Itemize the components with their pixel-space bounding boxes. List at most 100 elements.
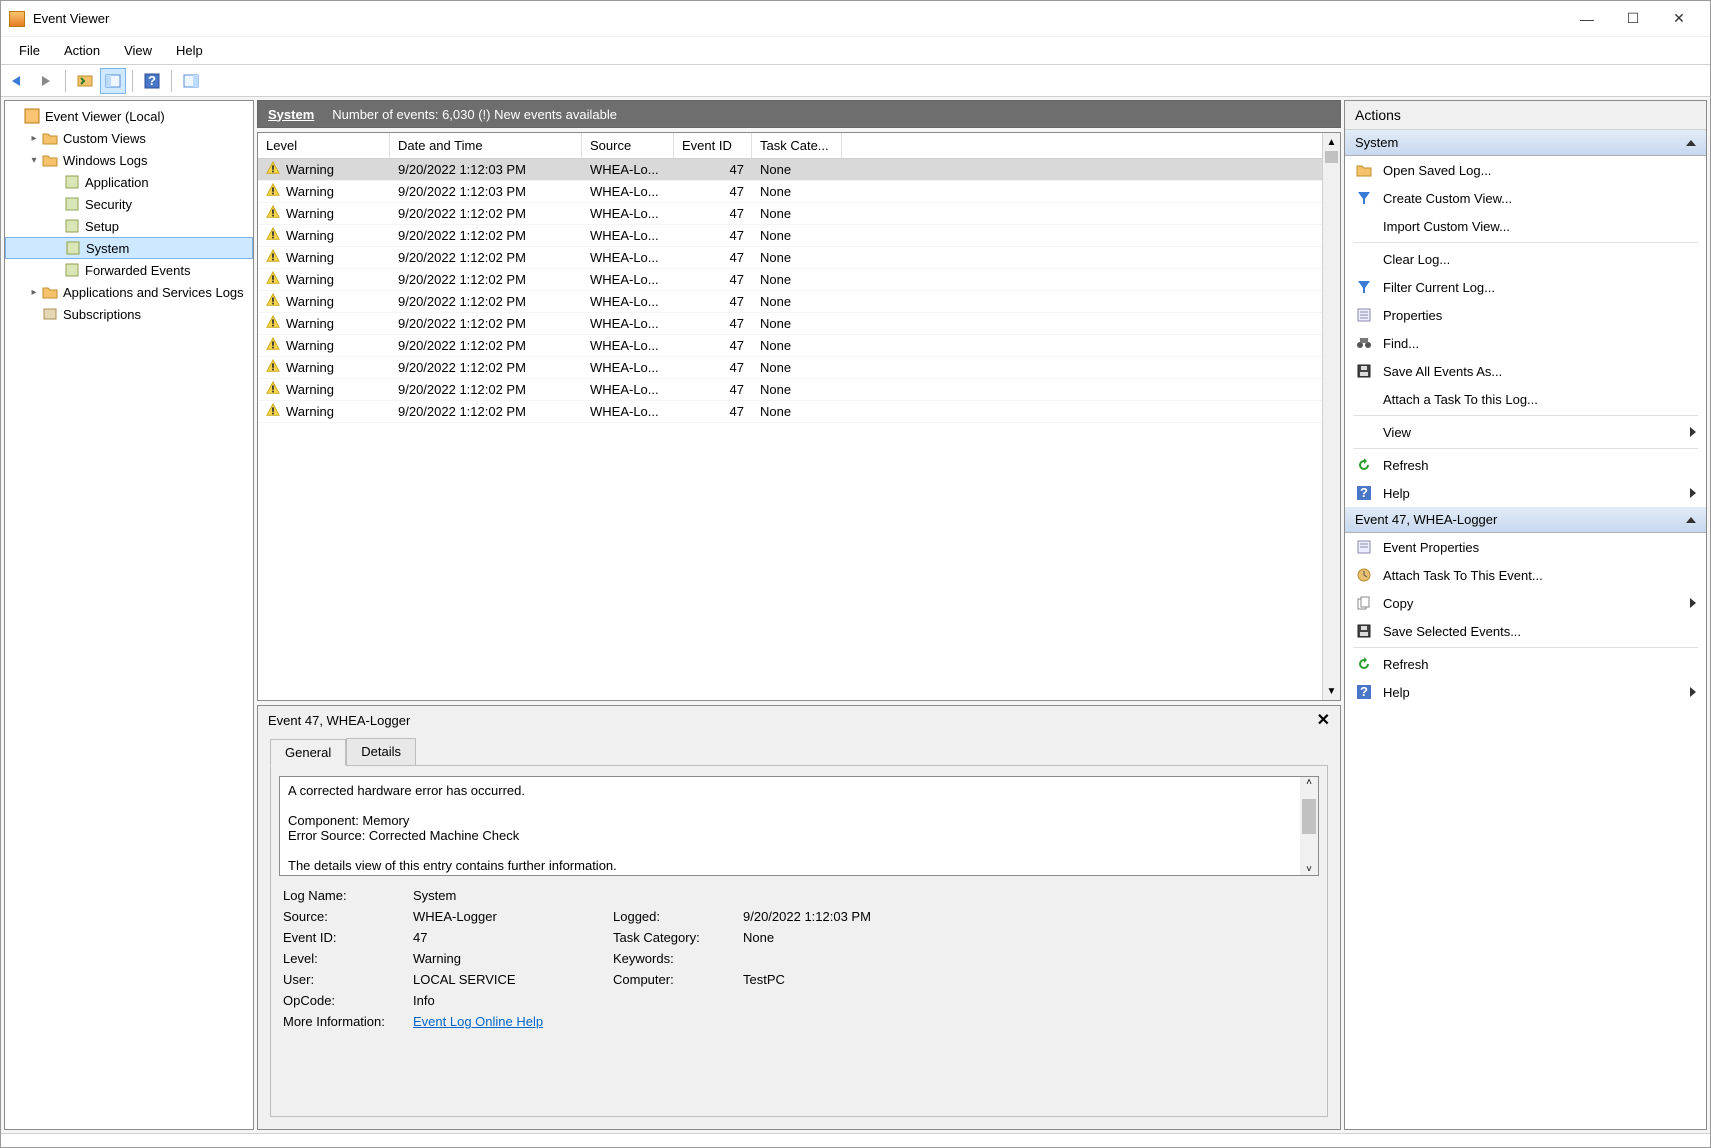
column-level[interactable]: Level — [258, 133, 390, 158]
cell-eventid: 47 — [674, 250, 752, 265]
event-grid[interactable]: Level Date and Time Source Event ID Task… — [257, 132, 1341, 701]
minimize-button[interactable]: — — [1564, 3, 1610, 35]
menu-help[interactable]: Help — [164, 39, 215, 62]
event-row[interactable]: Warning9/20/2022 1:12:02 PMWHEA-Lo...47N… — [258, 357, 1322, 379]
warning-icon — [266, 359, 280, 376]
action-open-saved-log[interactable]: Open Saved Log... — [1345, 156, 1706, 184]
refresh-icon — [1355, 456, 1373, 474]
label-eventid: Event ID: — [283, 930, 413, 945]
cell-source: WHEA-Lo... — [582, 162, 674, 177]
action-event-properties[interactable]: Event Properties — [1345, 533, 1706, 561]
event-row[interactable]: Warning9/20/2022 1:12:02 PMWHEA-Lo...47N… — [258, 401, 1322, 423]
back-button[interactable] — [5, 68, 31, 94]
log-icon — [63, 218, 81, 234]
action-refresh-event[interactable]: Refresh — [1345, 650, 1706, 678]
cell-task: None — [752, 360, 842, 375]
show-hide-tree-button[interactable] — [72, 68, 98, 94]
action-create-custom-view[interactable]: Create Custom View... — [1345, 184, 1706, 212]
cell-date: 9/20/2022 1:12:02 PM — [390, 228, 582, 243]
menu-file[interactable]: File — [7, 39, 52, 62]
cell-date: 9/20/2022 1:12:02 PM — [390, 382, 582, 397]
maximize-button[interactable]: ☐ — [1610, 3, 1656, 35]
action-save-selected[interactable]: Save Selected Events... — [1345, 617, 1706, 645]
action-attach-task-event[interactable]: Attach Task To This Event... — [1345, 561, 1706, 589]
event-description[interactable]: A corrected hardware error has occurred.… — [279, 776, 1319, 876]
svg-text:?: ? — [1360, 486, 1368, 500]
scroll-up-icon[interactable]: ˄ — [1306, 777, 1312, 788]
scroll-down-icon[interactable]: ˅ — [1306, 864, 1312, 875]
tree-windows-logs[interactable]: ▾ Windows Logs — [5, 149, 253, 171]
action-section-event[interactable]: Event 47, WHEA-Logger — [1345, 507, 1706, 533]
column-date[interactable]: Date and Time — [390, 133, 582, 158]
expand-icon[interactable]: ▸ — [27, 287, 41, 298]
column-task[interactable]: Task Cate... — [752, 133, 842, 158]
event-row[interactable]: Warning9/20/2022 1:12:02 PMWHEA-Lo...47N… — [258, 203, 1322, 225]
event-row[interactable]: Warning9/20/2022 1:12:02 PMWHEA-Lo...47N… — [258, 269, 1322, 291]
tree-apps-services[interactable]: ▸ Applications and Services Logs — [5, 281, 253, 303]
action-help[interactable]: ?Help — [1345, 479, 1706, 507]
collapse-icon[interactable]: ▾ — [27, 155, 41, 166]
value-source: WHEA-Logger — [413, 909, 613, 924]
toolbar: ? — [1, 65, 1710, 97]
action-import-custom-view[interactable]: Import Custom View... — [1345, 212, 1706, 240]
tree-application[interactable]: Application — [5, 171, 253, 193]
scroll-thumb[interactable] — [1302, 799, 1316, 834]
event-row[interactable]: Warning9/20/2022 1:12:03 PMWHEA-Lo...47N… — [258, 159, 1322, 181]
expand-icon[interactable]: ▸ — [27, 133, 41, 144]
tree-label: Custom Views — [63, 131, 146, 146]
collapse-icon — [1686, 517, 1696, 523]
properties-button[interactable] — [100, 68, 126, 94]
cell-eventid: 47 — [674, 272, 752, 287]
action-clear-log[interactable]: Clear Log... — [1345, 245, 1706, 273]
tab-details[interactable]: Details — [346, 738, 416, 765]
warning-icon — [266, 271, 280, 288]
action-filter-log[interactable]: Filter Current Log... — [1345, 273, 1706, 301]
action-help-event[interactable]: ?Help — [1345, 678, 1706, 706]
tree-custom-views[interactable]: ▸ Custom Views — [5, 127, 253, 149]
event-row[interactable]: Warning9/20/2022 1:12:02 PMWHEA-Lo...47N… — [258, 379, 1322, 401]
event-row[interactable]: Warning9/20/2022 1:12:02 PMWHEA-Lo...47N… — [258, 291, 1322, 313]
tree-setup[interactable]: Setup — [5, 215, 253, 237]
action-properties[interactable]: Properties — [1345, 301, 1706, 329]
submenu-arrow-icon — [1690, 427, 1696, 437]
detail-close-button[interactable]: ✕ — [1317, 710, 1330, 730]
menu-view[interactable]: View — [112, 39, 164, 62]
show-hide-action-pane-button[interactable] — [178, 68, 204, 94]
event-row[interactable]: Warning9/20/2022 1:12:02 PMWHEA-Lo...47N… — [258, 225, 1322, 247]
tree-root[interactable]: Event Viewer (Local) — [5, 105, 253, 127]
column-eventid[interactable]: Event ID — [674, 133, 752, 158]
scroll-up-icon[interactable]: ▲ — [1323, 133, 1340, 151]
tab-general[interactable]: General — [270, 739, 346, 766]
label-keywords: Keywords: — [613, 951, 743, 966]
tree-forwarded[interactable]: Forwarded Events — [5, 259, 253, 281]
help-button[interactable]: ? — [139, 68, 165, 94]
action-save-all[interactable]: Save All Events As... — [1345, 357, 1706, 385]
menu-action[interactable]: Action — [52, 39, 112, 62]
event-row[interactable]: Warning9/20/2022 1:12:02 PMWHEA-Lo...47N… — [258, 247, 1322, 269]
action-find[interactable]: Find... — [1345, 329, 1706, 357]
help-link[interactable]: Event Log Online Help — [413, 1014, 543, 1029]
tree-subscriptions[interactable]: Subscriptions — [5, 303, 253, 325]
tree-security[interactable]: Security — [5, 193, 253, 215]
action-section-system[interactable]: System — [1345, 130, 1706, 156]
forward-button[interactable] — [33, 68, 59, 94]
scroll-thumb[interactable] — [1325, 151, 1338, 163]
value-eventid: 47 — [413, 930, 613, 945]
save-icon — [1355, 362, 1373, 380]
close-button[interactable]: ✕ — [1656, 3, 1702, 35]
action-refresh[interactable]: Refresh — [1345, 451, 1706, 479]
action-copy[interactable]: Copy — [1345, 589, 1706, 617]
event-row[interactable]: Warning9/20/2022 1:12:02 PMWHEA-Lo...47N… — [258, 335, 1322, 357]
detail-title: Event 47, WHEA-Logger — [268, 713, 410, 728]
tree-system[interactable]: System — [5, 237, 253, 259]
column-source[interactable]: Source — [582, 133, 674, 158]
event-row[interactable]: Warning9/20/2022 1:12:03 PMWHEA-Lo...47N… — [258, 181, 1322, 203]
scroll-down-icon[interactable]: ▼ — [1323, 682, 1340, 700]
event-row[interactable]: Warning9/20/2022 1:12:02 PMWHEA-Lo...47N… — [258, 313, 1322, 335]
event-properties-grid: Log Name: System Source: WHEA-Logger Log… — [279, 888, 1319, 1029]
action-attach-task-log[interactable]: Attach a Task To this Log... — [1345, 385, 1706, 413]
description-scrollbar[interactable]: ˄ ˅ — [1300, 777, 1318, 875]
navigation-tree[interactable]: Event Viewer (Local) ▸ Custom Views ▾ Wi… — [4, 100, 254, 1130]
event-scrollbar[interactable]: ▲ ▼ — [1322, 133, 1340, 700]
action-view[interactable]: View — [1345, 418, 1706, 446]
